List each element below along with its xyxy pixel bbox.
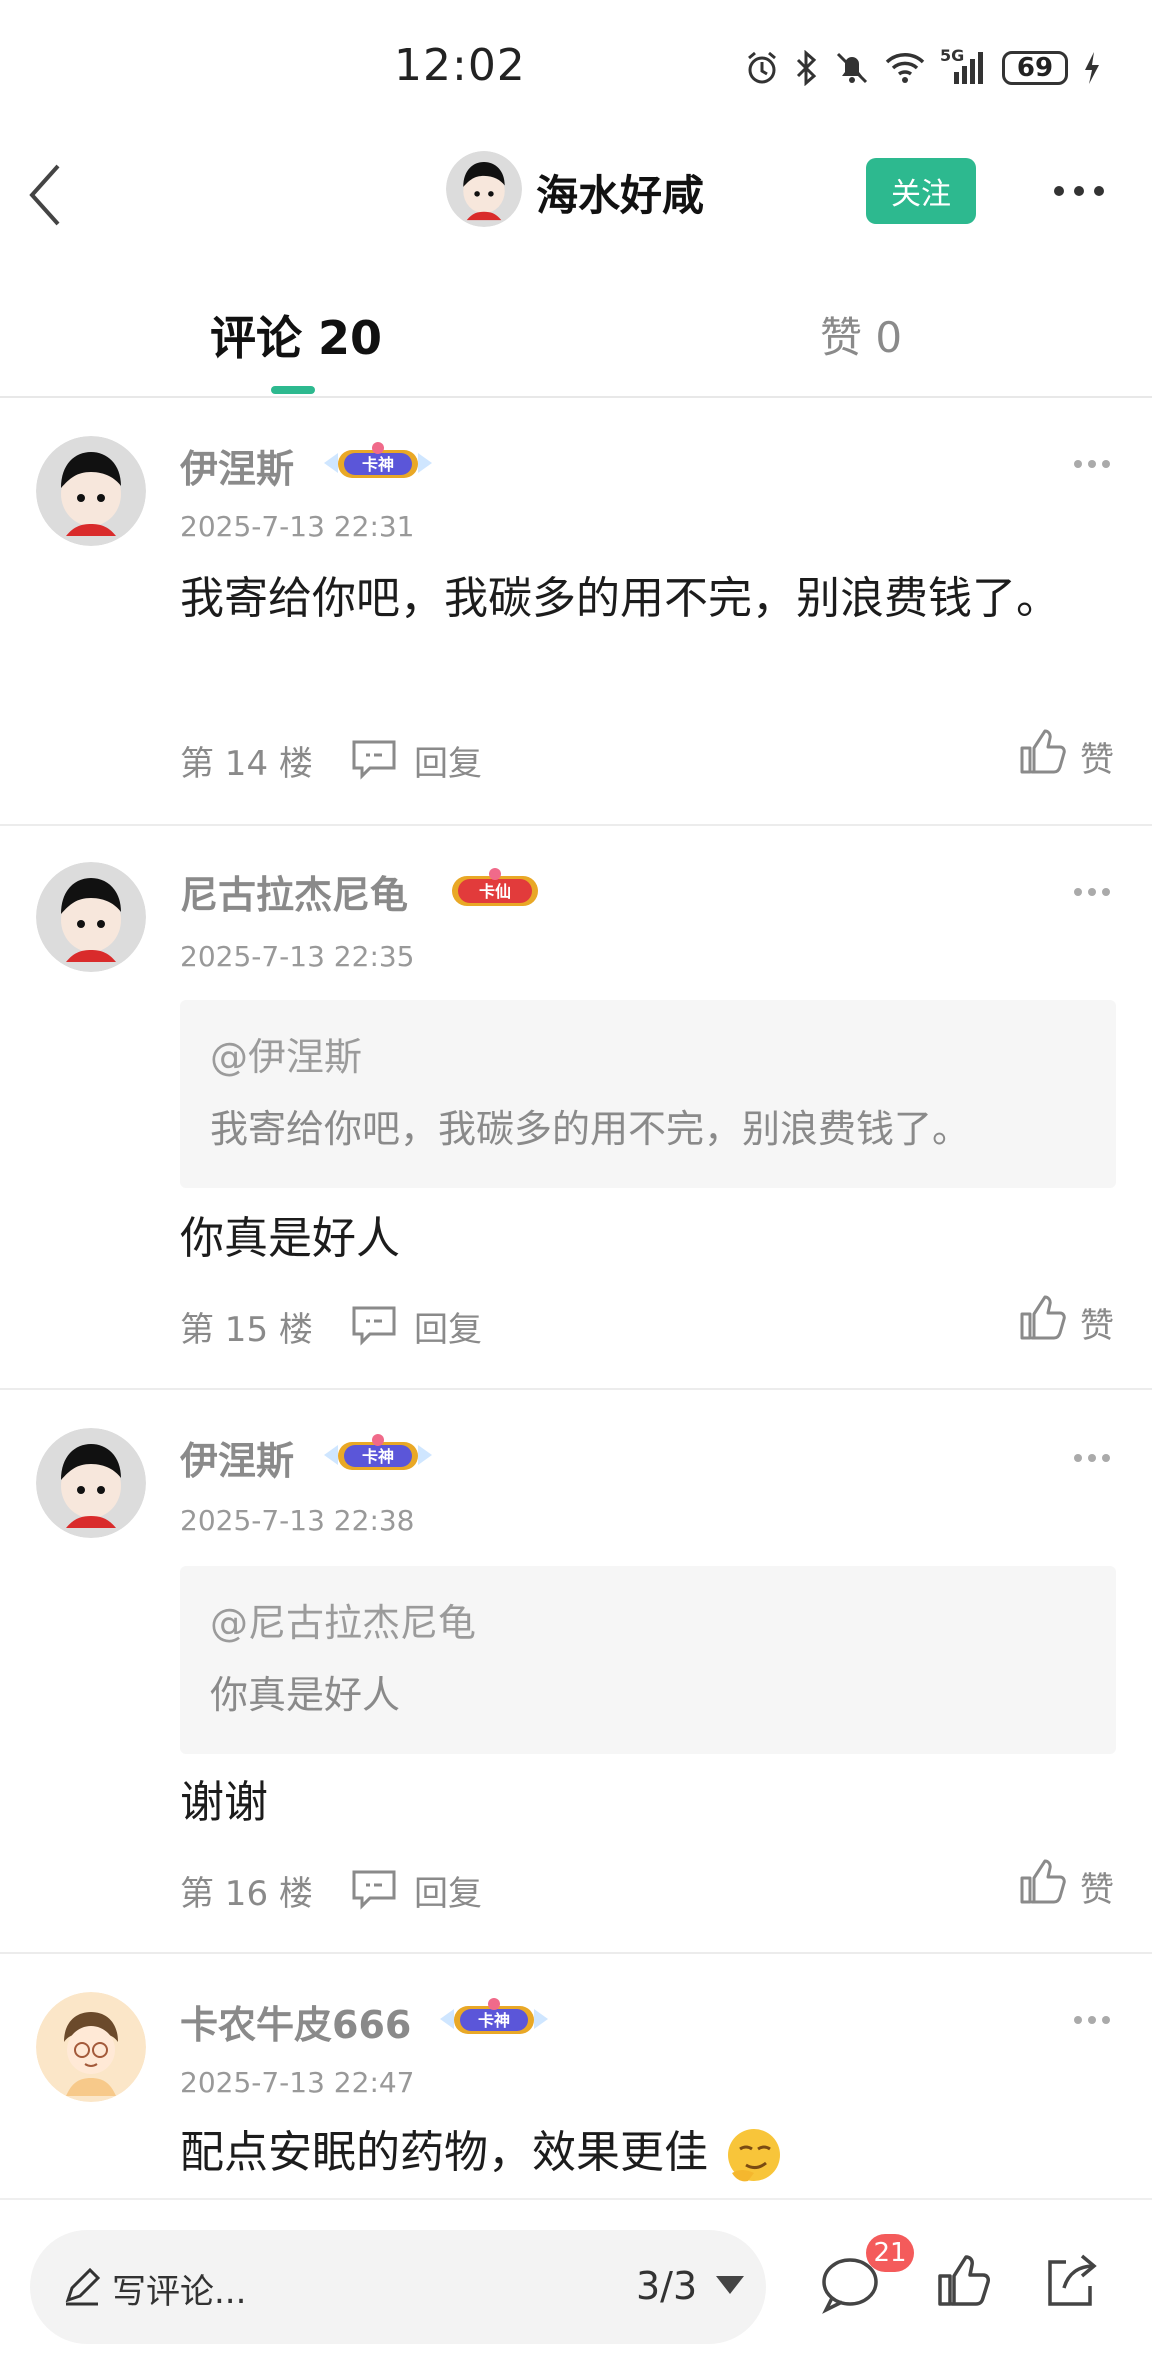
follow-button[interactable]: 关注 [866, 158, 976, 224]
avatar[interactable] [36, 1428, 146, 1538]
wifi-icon [885, 53, 925, 83]
comment-input-placeholder[interactable]: 写评论... [112, 2264, 246, 2313]
quoted-username[interactable]: @伊涅斯 [210, 1026, 362, 1081]
comment-username[interactable]: 尼古拉杰尼龟 [180, 864, 408, 919]
battery-indicator: 69 [1002, 51, 1068, 85]
reply-button[interactable]: 回复 [414, 736, 482, 785]
share-icon[interactable] [1040, 2252, 1100, 2312]
badge-label: 卡神 [362, 455, 394, 474]
tab-likes[interactable]: 赞 0 [820, 304, 902, 365]
badge-icon: 卡仙 [452, 868, 538, 906]
thumbs-up-icon[interactable] [1018, 1294, 1066, 1342]
avatar[interactable] [36, 1992, 146, 2102]
like-button[interactable]: 赞 [1080, 1298, 1114, 1347]
network-label: 5G [940, 46, 965, 65]
floor-number: 第 15 楼 [180, 1310, 313, 1350]
thumbs-up-icon[interactable] [936, 2252, 992, 2308]
tab-active-indicator [271, 386, 315, 394]
back-icon[interactable] [26, 160, 66, 230]
quoted-comment: @尼古拉杰尼龟 你真是好人 [180, 1566, 1116, 1754]
badge-label: 卡神 [362, 1447, 394, 1466]
comment-time: 2025-7-13 22:38 [180, 1504, 415, 1537]
reply-icon[interactable] [350, 1868, 398, 1910]
smirk-emoji-icon [728, 2129, 780, 2182]
mute-icon [836, 52, 868, 84]
quoted-text: 你真是好人 [210, 1673, 401, 1717]
status-icons: 5G 69 [744, 44, 1102, 92]
thumbs-up-icon[interactable] [1018, 1858, 1066, 1906]
comment-item: 卡农牛皮666 卡神 2025-7-13 22:47 配点安眠的药物，效果更佳 [0, 1954, 1152, 2198]
comment-text: 我寄给你吧，我碳多的用不完，别浪费钱了。 [180, 573, 1060, 624]
comment-item: 尼古拉杰尼龟 卡仙 2025-7-13 22:35 @伊涅斯 我寄给你吧，我碳多… [0, 826, 1152, 1388]
page-indicator[interactable]: 3/3 [636, 2264, 697, 2308]
comment-time: 2025-7-13 22:35 [180, 940, 415, 973]
comment-more-icon[interactable] [1074, 460, 1110, 468]
more-options-icon[interactable] [1054, 186, 1104, 196]
comment-username[interactable]: 伊涅斯 [180, 1430, 294, 1485]
comment-item: 伊涅斯 卡神 2025-7-13 22:31 我寄给你吧，我碳多的用不完，别浪费… [0, 398, 1152, 824]
comment-time: 2025-7-13 22:47 [180, 2066, 415, 2099]
floor-number: 第 14 楼 [180, 744, 313, 784]
badge-icon: 卡神 [324, 1434, 432, 1470]
comment-time: 2025-7-13 22:31 [180, 510, 415, 543]
badge-label: 卡神 [478, 2011, 510, 2030]
comment-more-icon[interactable] [1074, 888, 1110, 896]
comment-username[interactable]: 伊涅斯 [180, 438, 294, 493]
chevron-down-icon[interactable] [716, 2276, 744, 2294]
pen-icon [65, 2267, 101, 2306]
badge-label: 卡仙 [479, 882, 511, 901]
signal-icon: 5G [940, 46, 988, 86]
like-button[interactable]: 赞 [1080, 1862, 1114, 1911]
comment-username[interactable]: 卡农牛皮666 [180, 1994, 411, 2049]
charging-icon [1085, 52, 1099, 84]
comment-count-badge: 21 [866, 2234, 914, 2272]
bluetooth-icon [796, 50, 817, 86]
comment-more-icon[interactable] [1074, 2016, 1110, 2024]
floor-number: 第 16 楼 [180, 1874, 313, 1914]
thumbs-up-icon[interactable] [1018, 728, 1066, 776]
comment-text: 你真是好人 [180, 1213, 400, 1264]
quoted-username[interactable]: @尼古拉杰尼龟 [210, 1592, 476, 1647]
comment-text: 谢谢 [180, 1777, 268, 1828]
like-button[interactable]: 赞 [1080, 732, 1114, 781]
avatar[interactable] [36, 862, 146, 972]
quoted-comment: @伊涅斯 我寄给你吧，我碳多的用不完，别浪费钱了。 [180, 1000, 1116, 1188]
comment-item: 伊涅斯 卡神 2025-7-13 22:38 @尼古拉杰尼龟 你真是好人 谢谢 … [0, 1390, 1152, 1952]
header-username[interactable]: 海水好咸 [536, 162, 704, 223]
reply-icon[interactable] [350, 738, 398, 780]
header-avatar[interactable] [446, 151, 522, 227]
reply-button[interactable]: 回复 [414, 1302, 482, 1351]
tab-comments[interactable]: 评论 20 [210, 302, 382, 368]
comment-text-content: 配点安眠的药物，效果更佳 [180, 2127, 708, 2178]
badge-icon: 卡神 [324, 442, 432, 478]
alarm-icon [748, 51, 776, 84]
comment-more-icon[interactable] [1074, 1454, 1110, 1462]
badge-icon: 卡神 [440, 1998, 548, 2034]
comment-text: 配点安眠的药物，效果更佳 [180, 2114, 1080, 2192]
reply-icon[interactable] [350, 1304, 398, 1346]
reply-button[interactable]: 回复 [414, 1866, 482, 1915]
quoted-text: 我寄给你吧，我碳多的用不完，别浪费钱了。 [210, 1107, 971, 1151]
avatar[interactable] [36, 436, 146, 546]
status-time: 12:02 [394, 40, 526, 91]
